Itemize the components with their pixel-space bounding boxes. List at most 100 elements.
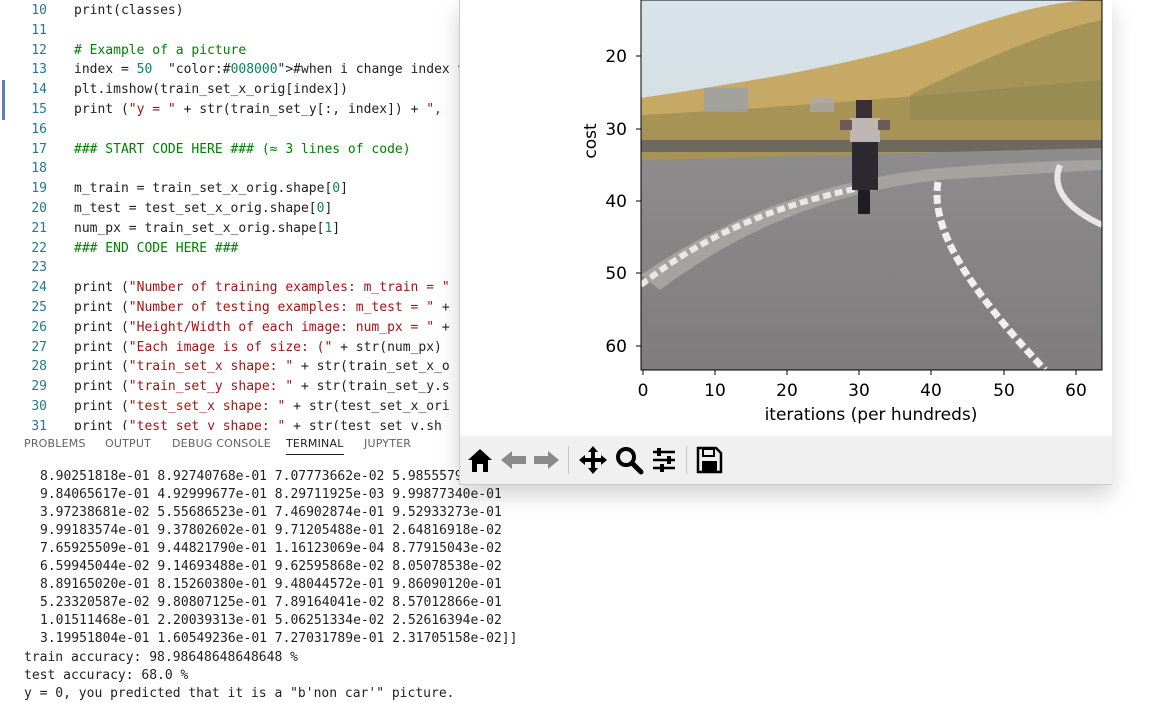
y-tick-label: 20	[605, 47, 627, 67]
terminal-line: 1.01511468e-01 2.20039313e-01 5.06251334…	[40, 613, 502, 628]
code-text: index = 50 "color:#008000">#when i chang…	[74, 62, 460, 78]
line-number: 27	[31, 339, 47, 355]
line-number: 23	[31, 260, 47, 276]
code-line: 30 print ("test_set_x shape: " + str(test…	[0, 397, 460, 417]
line-number: 12	[31, 42, 47, 58]
y-tick-label: 40	[605, 192, 627, 212]
code-text: print ("Number of training examples: m_t…	[74, 280, 450, 296]
x-tick-label: 40	[920, 381, 942, 401]
code-line: 19 m_train = train_set_x_orig.shape[0]	[0, 179, 460, 199]
x-axis: 0 10 20 30 40 50 60 iterations (per hund…	[638, 370, 1087, 425]
code-line: 27 print ("Each image is of size: (" + st…	[0, 338, 460, 358]
y-axis-label: cost	[581, 123, 601, 159]
line-number: 18	[31, 161, 47, 177]
line-number: 14	[31, 82, 47, 98]
terminal-output[interactable]: 8.90251818e-01 8.92740768e-01 7.07773662…	[0, 468, 1152, 701]
code-line: 29 print ("train_set_y shape: " + str(tra…	[0, 377, 460, 397]
code-line: 15 print ("y = " + str(train_set_y[:, ind…	[0, 100, 460, 120]
terminal-line: 6.59945044e-02 9.14693488e-01 9.62595868…	[40, 559, 502, 574]
code-text: print(classes)	[74, 3, 184, 18]
x-tick-label: 30	[848, 381, 870, 401]
y-tick-label: 60	[605, 337, 627, 357]
matplotlib-toolbar	[460, 436, 1112, 484]
terminal-line: 3.97238681e-02 5.55686523e-01 7.46902874…	[40, 505, 502, 520]
code-text: print ("y = " + str(train_set_y[:, index…	[74, 102, 442, 117]
line-number: 26	[31, 319, 47, 335]
code-line: 18	[0, 159, 460, 179]
y-axis: 20 30 40 50 60 cost	[581, 47, 641, 357]
motorcycle-road-image	[641, 0, 1102, 370]
code-line: 10 print(classes)	[0, 1, 460, 21]
home-icon[interactable]	[464, 444, 496, 476]
code-text: print ("train_set_y shape: " + str(train…	[74, 379, 450, 395]
code-line: 21 num_px = train_set_x_orig.shape[1]	[0, 219, 460, 239]
tab-jupyter[interactable]: JUPYTER	[364, 437, 411, 450]
code-line: 31 print ("test_set_y shape: " + str(test…	[0, 417, 460, 430]
code-line: 14 plt.imshow(train_set_x_orig[index])	[0, 80, 460, 101]
line-number: 15	[31, 102, 47, 117]
code-line: 16	[0, 120, 460, 140]
prediction-line: y = 0, you predicted that it is a "b'non…	[24, 686, 455, 701]
x-tick-label: 50	[993, 381, 1015, 401]
code-editor[interactable]: 10 print(classes) 11 12 # Example of a pictu…	[0, 0, 460, 430]
line-number: 22	[31, 240, 47, 256]
toolbar-separator	[568, 446, 569, 474]
toolbar-separator	[686, 446, 687, 474]
pan-icon[interactable]	[577, 444, 609, 476]
code-line: 25 print ("Number of testing examples: m_…	[0, 298, 460, 318]
line-number: 20	[31, 201, 47, 216]
x-tick-label: 0	[638, 381, 649, 401]
line-number: 30	[31, 399, 47, 414]
train-accuracy-line: train accuracy: 98.98648648648648 %	[24, 650, 298, 665]
line-number: 11	[31, 22, 47, 38]
line-number: 16	[31, 121, 47, 137]
configure-subplots-icon[interactable]	[648, 444, 680, 476]
x-tick-label: 60	[1065, 381, 1087, 401]
code-line: 23	[0, 258, 460, 278]
terminal-line: 8.89165020e-01 8.15260380e-01 9.48044572…	[40, 577, 502, 592]
save-icon[interactable]	[693, 444, 725, 476]
code-line: 22 ### END CODE HERE ###	[0, 239, 460, 259]
line-number: 19	[31, 181, 47, 197]
x-axis-label: iterations (per hundreds)	[765, 405, 978, 425]
tab-problems[interactable]: PROBLEMS	[24, 437, 86, 450]
code-line: 20 m_test = test_set_x_orig.shape[0]	[0, 199, 460, 219]
matplotlib-figure-window: 20 30 40 50 60 cost 0 10 20 30 40 50 60 …	[459, 0, 1112, 485]
code-text: m_train = train_set_x_orig.shape[0]	[74, 181, 348, 197]
terminal-line: 9.84065617e-01 4.92999677e-01 8.29711925…	[40, 487, 502, 502]
zoom-icon[interactable]	[613, 444, 645, 476]
code-text: print ("train_set_x shape: " + str(train…	[74, 359, 450, 375]
x-tick-label: 10	[704, 381, 726, 401]
code-text: print ("Number of testing examples: m_te…	[74, 300, 450, 315]
tab-output[interactable]: OUTPUT	[105, 437, 151, 450]
forward-icon[interactable]	[530, 444, 562, 476]
code-text: ### START CODE HERE ### (≈ 3 lines of co…	[74, 141, 411, 157]
line-number: 25	[31, 300, 47, 315]
terminal-line: 8.90251818e-01 8.92740768e-01 7.07773662…	[40, 469, 502, 484]
tab-debug-console[interactable]: DEBUG CONSOLE	[172, 437, 271, 450]
code-text: # Example of a picture	[74, 42, 247, 58]
code-line: 26 print ("Height/Width of each image: nu…	[0, 318, 460, 338]
code-text: ### END CODE HERE ###	[74, 240, 239, 256]
back-icon[interactable]	[498, 444, 530, 476]
code-line: 28 print ("train_set_x shape: " + str(tra…	[0, 357, 460, 377]
terminal-line: 3.19951804e-01 1.60549236e-01 7.27031789…	[40, 631, 518, 646]
x-tick-label: 20	[776, 381, 798, 401]
y-tick-label: 30	[605, 120, 627, 140]
code-line: 13 index = 50 "color:#008000">#when i cha…	[0, 60, 460, 80]
line-number: 21	[31, 220, 47, 236]
line-number: 29	[31, 379, 47, 395]
line-number: 13	[31, 62, 47, 78]
code-text: m_test = test_set_x_orig.shape[0]	[74, 201, 333, 216]
line-number: 28	[31, 359, 47, 375]
code-line: 11	[0, 21, 460, 41]
tab-terminal[interactable]: TERMINAL	[286, 437, 344, 455]
figure-canvas: 20 30 40 50 60 cost 0 10 20 30 40 50 60 …	[581, 0, 1103, 425]
line-number: 24	[31, 280, 47, 296]
test-accuracy-line: test accuracy: 68.0 %	[24, 668, 189, 683]
y-tick-label: 50	[605, 264, 627, 284]
code-text: plt.imshow(train_set_x_orig[index])	[74, 82, 348, 98]
code-text: print ("test_set_x shape: " + str(test_s…	[74, 399, 450, 414]
terminal-line: 9.99183574e-01 9.37802602e-01 9.71205488…	[40, 523, 502, 538]
terminal-line: 5.23320587e-02 9.80807125e-01 7.89164041…	[40, 595, 502, 610]
